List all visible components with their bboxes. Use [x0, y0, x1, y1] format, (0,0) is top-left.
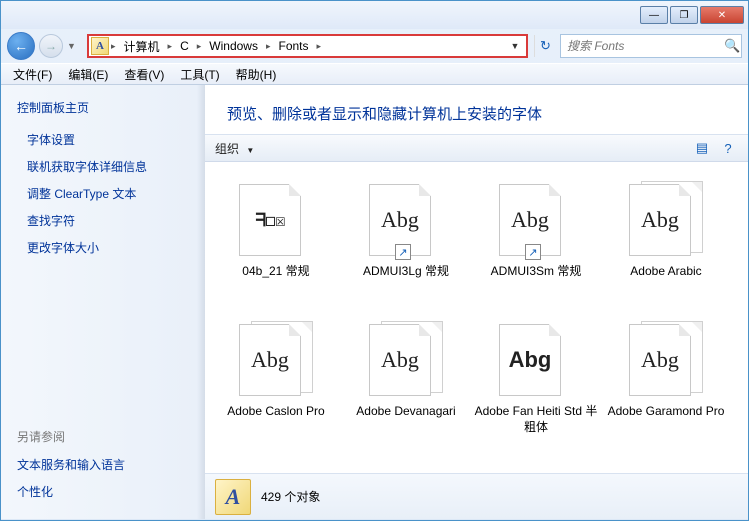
sidebar-title[interactable]: 控制面板主页	[17, 99, 189, 116]
view-options-button[interactable]: ▤	[692, 138, 712, 158]
side-panel: 控制面板主页 字体设置 联机获取字体详细信息 调整 ClearType 文本 查…	[1, 85, 205, 519]
crumb-sep-icon[interactable]: ▸	[109, 41, 118, 52]
address-dropdown[interactable]: ▼	[506, 41, 524, 51]
font-item[interactable]: Abg Adobe Garamond Pro	[601, 314, 731, 454]
crumb-windows[interactable]: Windows	[203, 39, 264, 53]
font-label: Adobe Garamond Pro	[608, 404, 725, 420]
sidebar-link-find-char[interactable]: 查找字符	[27, 212, 189, 229]
page-heading: 预览、删除或者显示和隐藏计算机上安装的字体	[205, 85, 748, 134]
font-label: Adobe Caslon Pro	[227, 404, 324, 420]
font-grid: ᖷ◻☒ 04b_21 常规 Abg ↗ ADMUI3Lg 常规 Abg ↗ ADMUI3Sm …	[205, 162, 748, 473]
organize-button[interactable]: 组织 ▼	[215, 140, 254, 157]
sidebar-link-cleartype[interactable]: 调整 ClearType 文本	[27, 185, 189, 202]
refresh-button[interactable]: ↻	[534, 35, 556, 57]
font-item[interactable]: Abg Adobe Caslon Pro	[211, 314, 341, 454]
close-button[interactable]: ✕	[700, 6, 744, 24]
chevron-down-icon: ▼	[246, 146, 254, 155]
font-preview-icon: Abg	[629, 324, 691, 396]
nav-bar: ← → ▼ A ▸ 计算机 ▸ C ▸ Windows ▸ Fonts ▸ ▼ …	[1, 29, 748, 63]
minimize-button[interactable]: —	[640, 6, 668, 24]
font-item[interactable]: ᖷ◻☒ 04b_21 常规	[211, 174, 341, 314]
sidebar-link-font-settings[interactable]: 字体设置	[27, 131, 189, 148]
font-label: Adobe Arabic	[630, 264, 701, 280]
sidebar-also-text-services[interactable]: 文本服务和输入语言	[17, 456, 189, 473]
sidebar-also-personalize[interactable]: 个性化	[17, 483, 189, 500]
font-label: Adobe Fan Heiti Std 半粗体	[473, 404, 599, 435]
font-item[interactable]: Abg Adobe Fan Heiti Std 半粗体	[471, 314, 601, 454]
crumb-sep-icon[interactable]: ▸	[315, 41, 324, 52]
history-dropdown[interactable]: ▼	[67, 41, 81, 51]
font-item[interactable]: Abg↗ADMUI3Sm 常规	[471, 174, 601, 314]
search-box[interactable]: 🔍	[560, 34, 742, 58]
back-button[interactable]: ←	[7, 32, 35, 60]
main-pane: 预览、删除或者显示和隐藏计算机上安装的字体 组织 ▼ ▤ ? ᖷ◻☒ 04b_21…	[205, 85, 748, 519]
font-preview-icon: Abg	[369, 324, 431, 396]
explorer-window: — ❐ ✕ ← → ▼ A ▸ 计算机 ▸ C ▸ Windows ▸ Font…	[0, 0, 749, 521]
menu-tools[interactable]: 工具(T)	[172, 64, 227, 84]
crumb-fonts[interactable]: Fonts	[273, 39, 315, 53]
font-item[interactable]: Abg↗ADMUI3Lg 常规	[341, 174, 471, 314]
body-area: 控制面板主页 字体设置 联机获取字体详细信息 调整 ClearType 文本 查…	[1, 85, 748, 519]
font-preview-icon: Abg	[499, 324, 561, 396]
shortcut-overlay-icon: ↗	[395, 244, 411, 260]
crumb-computer[interactable]: 计算机	[118, 38, 166, 55]
address-bar[interactable]: A ▸ 计算机 ▸ C ▸ Windows ▸ Fonts ▸ ▼	[87, 34, 528, 58]
help-button[interactable]: ?	[718, 138, 738, 158]
maximize-button[interactable]: ❐	[670, 6, 698, 24]
content-toolbar: 组织 ▼ ▤ ?	[205, 134, 748, 162]
crumb-c[interactable]: C	[174, 39, 195, 53]
search-input[interactable]	[567, 39, 724, 53]
sidebar-link-online-fonts[interactable]: 联机获取字体详细信息	[27, 158, 189, 175]
crumb-sep-icon[interactable]: ▸	[264, 41, 273, 52]
menu-bar: 文件(F) 编辑(E) 查看(V) 工具(T) 帮助(H)	[1, 63, 748, 85]
shortcut-overlay-icon: ↗	[525, 244, 541, 260]
font-item[interactable]: Abg Adobe Devanagari	[341, 314, 471, 454]
menu-help[interactable]: 帮助(H)	[228, 64, 285, 84]
fonts-folder-icon: A	[215, 479, 251, 515]
organize-label: 组织	[215, 142, 239, 156]
sidebar-link-font-size[interactable]: 更改字体大小	[27, 239, 189, 256]
window-controls: — ❐ ✕	[640, 6, 744, 24]
crumb-sep-icon[interactable]: ▸	[195, 41, 204, 52]
titlebar: — ❐ ✕	[1, 1, 748, 29]
crumb-sep-icon[interactable]: ▸	[166, 41, 175, 52]
menu-file[interactable]: 文件(F)	[5, 64, 60, 84]
font-preview-icon: Abg	[239, 324, 301, 396]
font-label: 04b_21 常规	[242, 264, 309, 280]
folder-icon: A	[91, 37, 109, 55]
forward-button[interactable]: →	[39, 34, 63, 58]
font-label: ADMUI3Lg 常规	[363, 264, 449, 280]
menu-view[interactable]: 查看(V)	[116, 64, 172, 84]
menu-edit[interactable]: 编辑(E)	[60, 64, 116, 84]
status-bar: A 429 个对象	[205, 473, 748, 519]
sidebar-also-label: 另请参阅	[17, 428, 189, 445]
font-label: ADMUI3Sm 常规	[491, 264, 582, 280]
status-text: 429 个对象	[261, 488, 320, 505]
font-item[interactable]: Abg Adobe Arabic	[601, 174, 731, 314]
font-preview-icon: Abg	[629, 184, 691, 256]
font-label: Adobe Devanagari	[356, 404, 455, 420]
search-icon: 🔍	[724, 38, 740, 54]
font-preview-icon: ᖷ◻☒	[239, 184, 301, 256]
